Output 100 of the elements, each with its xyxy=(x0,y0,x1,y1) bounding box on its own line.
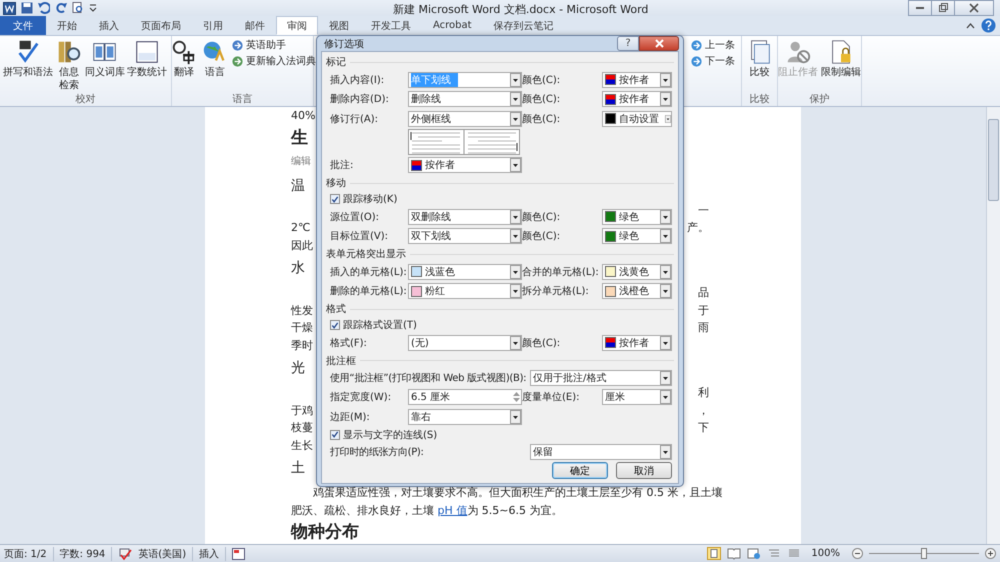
ribbon-button[interactable]: 比较 xyxy=(744,38,774,92)
dropdown[interactable]: 厘米 xyxy=(602,389,672,406)
group-label: 比较 xyxy=(748,92,770,106)
web-layout-icon[interactable] xyxy=(747,547,762,560)
document-text: 鸡蛋果适应性强，对土壤要求不高。但大面积生产的土壤土层至少有 0.5 米，且土壤 xyxy=(313,485,722,500)
ribbon-tab[interactable]: 文件 xyxy=(0,16,46,35)
dialog-button[interactable]: 取消 xyxy=(616,462,672,478)
minimize-ribbon-icon[interactable] xyxy=(966,22,975,29)
checkbox[interactable] xyxy=(330,430,340,440)
ribbon-button[interactable]: 下一条 xyxy=(690,54,735,68)
status-text[interactable]: 页面: 1/2 xyxy=(4,546,54,560)
dialog-button[interactable]: 确定 xyxy=(552,462,608,478)
dropdown[interactable]: 外侧框线 xyxy=(408,110,522,127)
link[interactable]: pH 值 xyxy=(438,504,468,517)
print-layout-icon[interactable] xyxy=(707,547,722,560)
ribbon-button[interactable]: 英语助手 xyxy=(231,38,316,52)
field-label: 边距(M): xyxy=(330,410,371,424)
ribbon-button[interactable]: 拼写和语法 xyxy=(2,38,54,92)
dropdown[interactable]: 按作者 xyxy=(602,334,672,351)
ribbon-tab[interactable]: 页面布局 xyxy=(130,16,192,35)
customize-caret-icon[interactable] xyxy=(89,2,97,14)
dropdown[interactable]: 仅用于批注/格式 xyxy=(530,370,672,386)
field-label: 颜色(C): xyxy=(522,112,562,126)
field-label: 修订行(A): xyxy=(330,112,380,126)
dropdown[interactable]: 浅橙色 xyxy=(602,283,672,300)
dropdown[interactable]: 删除线 xyxy=(408,91,522,108)
zoom-out-icon[interactable] xyxy=(852,548,863,559)
checkbox-label: 跟踪移动(K) xyxy=(343,192,398,206)
ribbon-tab[interactable]: 保存到云笔记 xyxy=(482,16,565,35)
dropdown[interactable]: 浅蓝色 xyxy=(408,264,522,280)
redo-icon[interactable] xyxy=(55,2,67,14)
spin-field[interactable]: 6.5 厘米 xyxy=(408,389,522,406)
ribbon-button[interactable]: 信息检索 xyxy=(54,38,84,92)
spin-arrows-icon xyxy=(512,390,521,404)
ribbon-button[interactable]: 翻译 xyxy=(169,38,199,92)
document-text: 产。 xyxy=(687,220,709,236)
ribbon-tab[interactable]: 审阅 xyxy=(276,16,318,35)
proofing-icon[interactable] xyxy=(118,548,132,560)
document-text: 下 xyxy=(698,420,709,436)
dropdown[interactable]: 靠右 xyxy=(408,408,522,425)
ribbon-button[interactable]: 字数统计 xyxy=(126,38,168,92)
ribbon-tab[interactable]: 开发工具 xyxy=(360,16,422,35)
field-label: 源位置(O): xyxy=(330,210,380,224)
zoom-in-icon[interactable] xyxy=(985,548,996,559)
close-icon xyxy=(654,39,664,48)
help-icon[interactable] xyxy=(981,18,996,33)
arrow-icon xyxy=(690,38,703,52)
print-preview-icon[interactable] xyxy=(72,2,84,14)
status-text[interactable]: 字数: 994 xyxy=(60,546,112,560)
dropdown[interactable]: 自动设置 xyxy=(602,110,672,127)
close-button[interactable] xyxy=(639,36,679,51)
dropdown[interactable]: 浅黄色 xyxy=(602,264,672,280)
field-label: 合并的单元格(L): xyxy=(522,266,600,279)
ribbon-tab[interactable]: Acrobat xyxy=(422,16,483,35)
dropdown[interactable]: (无) xyxy=(408,334,522,351)
field-label: 颜色(C): xyxy=(522,230,562,244)
status-text[interactable]: 英语(美国) xyxy=(138,546,194,560)
checkbox[interactable] xyxy=(330,320,340,330)
field-label: 度量单位(E): xyxy=(522,390,580,404)
dropdown[interactable]: 保留 xyxy=(530,444,672,460)
group-label: 语言 xyxy=(232,92,254,106)
dropdown[interactable]: 绿色 xyxy=(602,228,672,244)
ribbon-button[interactable]: 同义词库 xyxy=(84,38,126,92)
document-text: 生长 xyxy=(291,438,313,453)
field-label: 颜色(C): xyxy=(522,74,562,87)
help-button[interactable]: ? xyxy=(617,36,639,51)
ribbon-tab[interactable]: 视图 xyxy=(318,16,360,35)
undo-icon[interactable] xyxy=(38,2,50,14)
status-text[interactable]: 插入 xyxy=(199,546,226,560)
close-button[interactable] xyxy=(954,0,994,16)
document-text: 一 xyxy=(698,202,709,218)
ribbon-tab[interactable]: 引用 xyxy=(192,16,234,35)
ribbon-button[interactable]: 上一条 xyxy=(690,38,735,52)
ribbon-button[interactable]: 限制编辑 xyxy=(820,38,862,92)
dropdown[interactable]: 粉红 xyxy=(408,283,522,300)
vertical-scrollbar[interactable] xyxy=(986,107,1000,544)
ribbon-tab[interactable]: 开始 xyxy=(46,16,88,35)
reading-view-icon[interactable] xyxy=(727,547,742,560)
restore-button[interactable] xyxy=(931,0,955,16)
save-icon[interactable] xyxy=(21,2,33,14)
word-logo-icon[interactable] xyxy=(3,2,16,14)
macro-record-icon[interactable] xyxy=(232,548,246,560)
zoom-level[interactable]: 100% xyxy=(811,548,846,559)
ribbon-tab[interactable]: 邮件 xyxy=(234,16,276,35)
ribbon-button[interactable]: 更新输入法词典 xyxy=(231,54,316,68)
field-label: 使用“批注框”(打印视图和 Web 版式视图)(B): xyxy=(330,372,528,385)
dropdown[interactable]: 双下划线 xyxy=(408,228,522,244)
checkbox[interactable] xyxy=(330,194,340,204)
dropdown[interactable]: 双删除线 xyxy=(408,208,522,225)
dropdown[interactable]: 按作者 xyxy=(602,91,672,108)
ribbon-button[interactable]: 语言 xyxy=(200,38,230,92)
dropdown[interactable]: 绿色 xyxy=(602,208,672,225)
field-label: 批注: xyxy=(330,158,354,172)
checkbox-label: 显示与文字的连线(S) xyxy=(343,428,438,442)
dropdown[interactable]: 按作者 xyxy=(602,72,672,88)
minimize-button[interactable] xyxy=(908,0,932,16)
dropdown[interactable]: 按作者 xyxy=(408,157,522,174)
close-icon xyxy=(969,3,979,13)
ribbon-tab[interactable]: 插入 xyxy=(88,16,130,35)
zoom-slider-thumb[interactable] xyxy=(921,548,927,559)
